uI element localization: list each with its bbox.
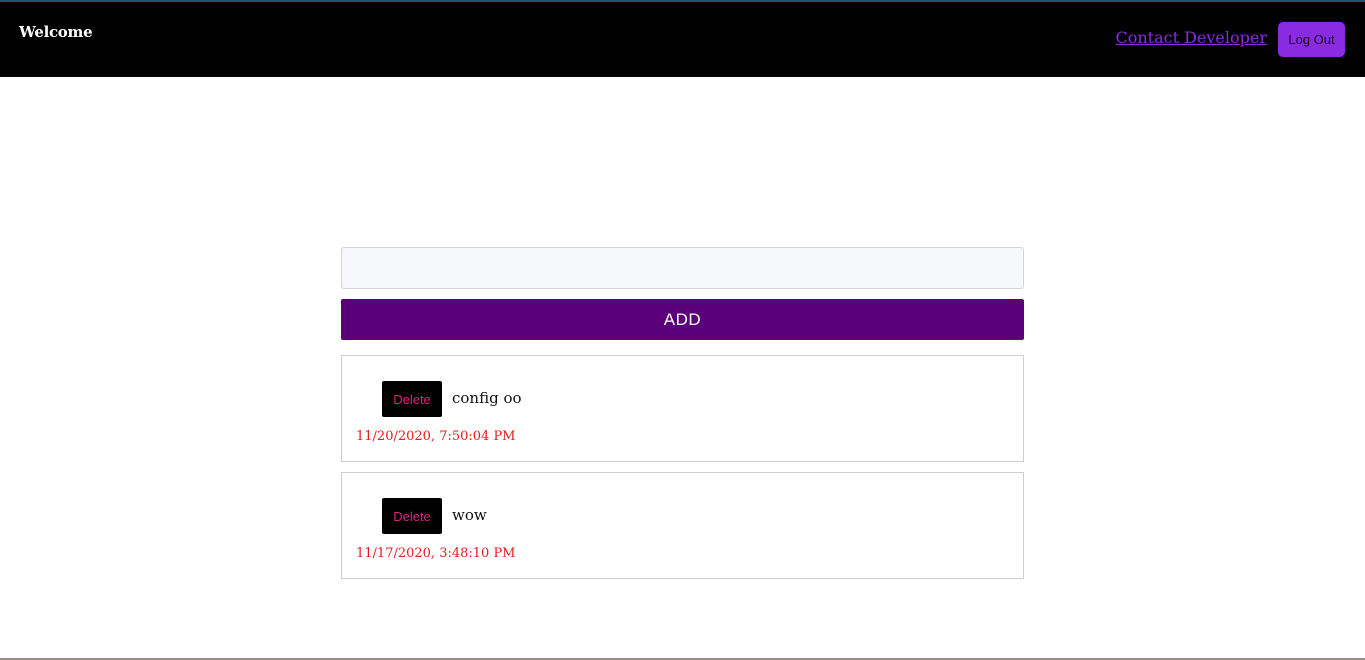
todo-text: config oo	[452, 389, 522, 407]
delete-button[interactable]: Delete	[382, 498, 442, 534]
logout-button[interactable]: Log Out	[1278, 22, 1345, 57]
add-button[interactable]: ADD	[341, 299, 1024, 340]
todo-timestamp: 11/20/2020, 7:50:04 PM	[356, 429, 516, 444]
todo-item: Delete config oo 11/20/2020, 7:50:04 PM	[341, 355, 1024, 462]
todo-timestamp: 11/17/2020, 3:48:10 PM	[356, 546, 516, 561]
contact-developer-link[interactable]: Contact Developer	[1115, 28, 1267, 47]
delete-button[interactable]: Delete	[382, 381, 442, 417]
navbar-brand: Welcome	[19, 23, 93, 41]
todo-text: wow	[452, 506, 487, 524]
todo-item: Delete wow 11/17/2020, 3:48:10 PM	[341, 472, 1024, 579]
task-input[interactable]	[341, 247, 1024, 289]
navbar: Welcome Contact Developer Log Out	[0, 2, 1365, 77]
